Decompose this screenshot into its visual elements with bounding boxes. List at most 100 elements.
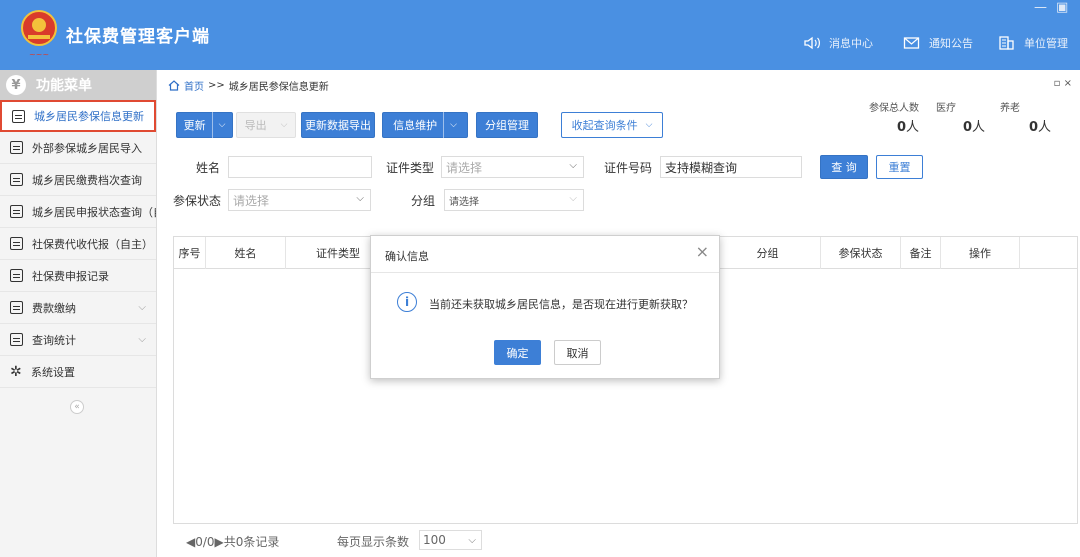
export-button-label: 导出 xyxy=(244,119,267,132)
yen-icon: ¥ xyxy=(6,75,26,95)
sidebar-item-declaration-records[interactable]: 社保费申报记录 xyxy=(0,260,156,292)
breadcrumb: 首页 >> 城乡居民参保信息更新 xyxy=(168,78,329,93)
cancel-button[interactable]: 取消 xyxy=(554,340,601,365)
menu-header-label: 功能菜单 xyxy=(36,78,92,94)
sidebar-item-label: 社保费申报记录 xyxy=(32,269,109,283)
update-data-export-button[interactable]: 更新数据导出 xyxy=(301,112,375,138)
chevron-down-icon: ⌵ xyxy=(569,193,577,204)
sidebar-item-system-settings[interactable]: ✲ 系统设置 xyxy=(0,356,156,388)
pension-value: 0人 xyxy=(1029,120,1052,135)
mail-icon xyxy=(903,37,920,49)
chart-icon xyxy=(10,173,23,186)
sidebar-item-collection-agency[interactable]: 社保费代收代报（自主） xyxy=(0,228,156,260)
pager-summary[interactable]: ◀0/0▶共0条记录 xyxy=(186,533,279,550)
total-insured-value: 0人 xyxy=(897,120,920,135)
insured-status-select[interactable]: 请选择 ⌵ xyxy=(228,189,371,211)
dialog-divider xyxy=(371,272,719,273)
sidebar-item-resident-info-update[interactable]: 城乡居民参保信息更新 xyxy=(0,100,156,132)
sidebar-item-label: 社保费代收代报（自主） xyxy=(32,237,153,251)
close-icon[interactable]: × xyxy=(696,242,709,261)
chevron-down-icon: ⌵ xyxy=(356,193,364,204)
column-header: 姓名 xyxy=(206,237,286,269)
message-center-link[interactable]: 消息中心 xyxy=(803,35,873,51)
edit-icon xyxy=(10,205,23,218)
update-button-label: 更新 xyxy=(183,119,206,132)
gear-icon: ✲ xyxy=(10,363,22,380)
medical-value: 0人 xyxy=(963,120,986,135)
name-input[interactable] xyxy=(228,156,372,178)
home-icon xyxy=(168,80,180,91)
sidebar-item-external-import[interactable]: 外部参保城乡居民导入 xyxy=(0,132,156,164)
restore-button[interactable]: ▣ xyxy=(1056,0,1068,15)
chart-icon xyxy=(10,333,23,346)
sidebar-item-label: 城乡居民申报状态查询（自主 xyxy=(32,205,156,219)
breadcrumb-separator: >> xyxy=(208,80,225,91)
notice-label: 通知公告 xyxy=(929,37,973,50)
id-type-select[interactable]: 请选择 ⌵ xyxy=(441,156,584,178)
name-label: 姓名 xyxy=(196,161,221,175)
sidebar: ¥ 功能菜单 城乡居民参保信息更新 外部参保城乡居民导入 城乡居民缴费档次查询 … xyxy=(0,70,157,557)
tax-emblem-logo: ~~~ xyxy=(18,8,60,60)
notice-link[interactable]: 通知公告 xyxy=(903,35,973,51)
insured-status-label: 参保状态 xyxy=(173,194,222,208)
chevron-down-icon: ⌵ xyxy=(280,120,288,130)
breadcrumb-home-link[interactable]: 首页 xyxy=(184,78,204,93)
query-button[interactable]: 查 询 xyxy=(820,155,868,179)
column-header: 序号 xyxy=(174,237,206,269)
payment-icon xyxy=(10,301,23,314)
group-manage-button[interactable]: 分组管理 xyxy=(476,112,538,138)
confirm-dialog: 确认信息 × i 当前还未获取城乡居民信息，是否现在进行更新获取？ 确定 取消 xyxy=(370,235,720,379)
chevron-down-icon: ⌵ xyxy=(468,534,476,546)
confirm-button[interactable]: 确定 xyxy=(494,340,541,365)
column-header: 参保状态 xyxy=(821,237,901,269)
column-header: 分组 xyxy=(715,237,821,269)
menu-header: ¥ 功能菜单 xyxy=(0,70,156,100)
app-header: ~~~ 社保费管理客户端 — ▣ 消息中心 通知公告 单位管理 xyxy=(0,0,1080,70)
collapse-query-button[interactable]: 收起查询条件 ⌵ xyxy=(561,112,663,138)
id-number-input[interactable]: 支持模糊查询 xyxy=(660,156,802,178)
sidebar-item-query-statistics[interactable]: 查询统计 ⌵ xyxy=(0,324,156,356)
page-size-label: 每页显示条数 xyxy=(337,535,410,549)
medical-label: 医疗 xyxy=(936,103,956,114)
app-title: 社保费管理客户端 xyxy=(66,27,210,47)
unit-management-label: 单位管理 xyxy=(1024,37,1068,50)
info-maintain-button[interactable]: 信息维护 ⌵ xyxy=(382,112,468,138)
dialog-title: 确认信息 xyxy=(385,250,429,263)
sidebar-item-label: 城乡居民参保信息更新 xyxy=(34,110,144,123)
dialog-message: 当前还未获取城乡居民信息，是否现在进行更新获取？ xyxy=(429,298,693,311)
sidebar-item-payment[interactable]: 费款缴纳 ⌵ xyxy=(0,292,156,324)
sidebar-item-label: 城乡居民缴费档次查询 xyxy=(32,173,142,187)
id-type-placeholder: 请选择 xyxy=(446,160,483,175)
pension-label: 养老 xyxy=(1000,103,1020,114)
chevron-down-icon: ⌵ xyxy=(218,120,226,130)
chevron-down-icon: ⌵ xyxy=(138,334,146,345)
minimize-button[interactable]: — xyxy=(1034,0,1047,15)
sidebar-item-declaration-status[interactable]: 城乡居民申报状态查询（自主 xyxy=(0,196,156,228)
chevron-down-icon: ⌵ xyxy=(138,302,146,313)
breadcrumb-current: 城乡居民参保信息更新 xyxy=(228,82,329,93)
chevron-down-icon: ⌵ xyxy=(569,160,577,171)
id-number-label: 证件号码 xyxy=(604,161,653,175)
page-size-select[interactable]: 100 ⌵ xyxy=(419,530,482,550)
sidebar-item-label: 外部参保城乡居民导入 xyxy=(32,141,142,155)
group-label: 分组 xyxy=(411,194,436,208)
speaker-icon xyxy=(804,36,820,50)
sidebar-item-arrears-query[interactable]: 城乡居民缴费档次查询 xyxy=(0,164,156,196)
id-type-label: 证件类型 xyxy=(386,161,435,175)
export-button[interactable]: 导出 ⌵ xyxy=(236,112,296,138)
collapse-sidebar-button[interactable]: « xyxy=(70,400,84,414)
unit-management-link[interactable]: 单位管理 xyxy=(998,35,1068,51)
reset-button[interactable]: 重置 xyxy=(876,155,923,179)
total-insured-label: 参保总人数 xyxy=(869,103,919,114)
building-icon xyxy=(999,36,1014,50)
group-select[interactable]: 请选择 ⌵ xyxy=(444,189,584,211)
list-icon xyxy=(12,109,25,123)
message-center-label: 消息中心 xyxy=(829,37,873,50)
column-header: 操作 xyxy=(941,237,1020,269)
sidebar-item-label: 查询统计 xyxy=(32,333,76,347)
edit-icon xyxy=(10,237,23,250)
svg-text:~~~: ~~~ xyxy=(29,50,49,59)
tab-close-controls[interactable]: ▫ × xyxy=(1054,78,1072,89)
page-size-value: 100 xyxy=(423,533,446,547)
update-button[interactable]: 更新 ⌵ xyxy=(176,112,233,138)
